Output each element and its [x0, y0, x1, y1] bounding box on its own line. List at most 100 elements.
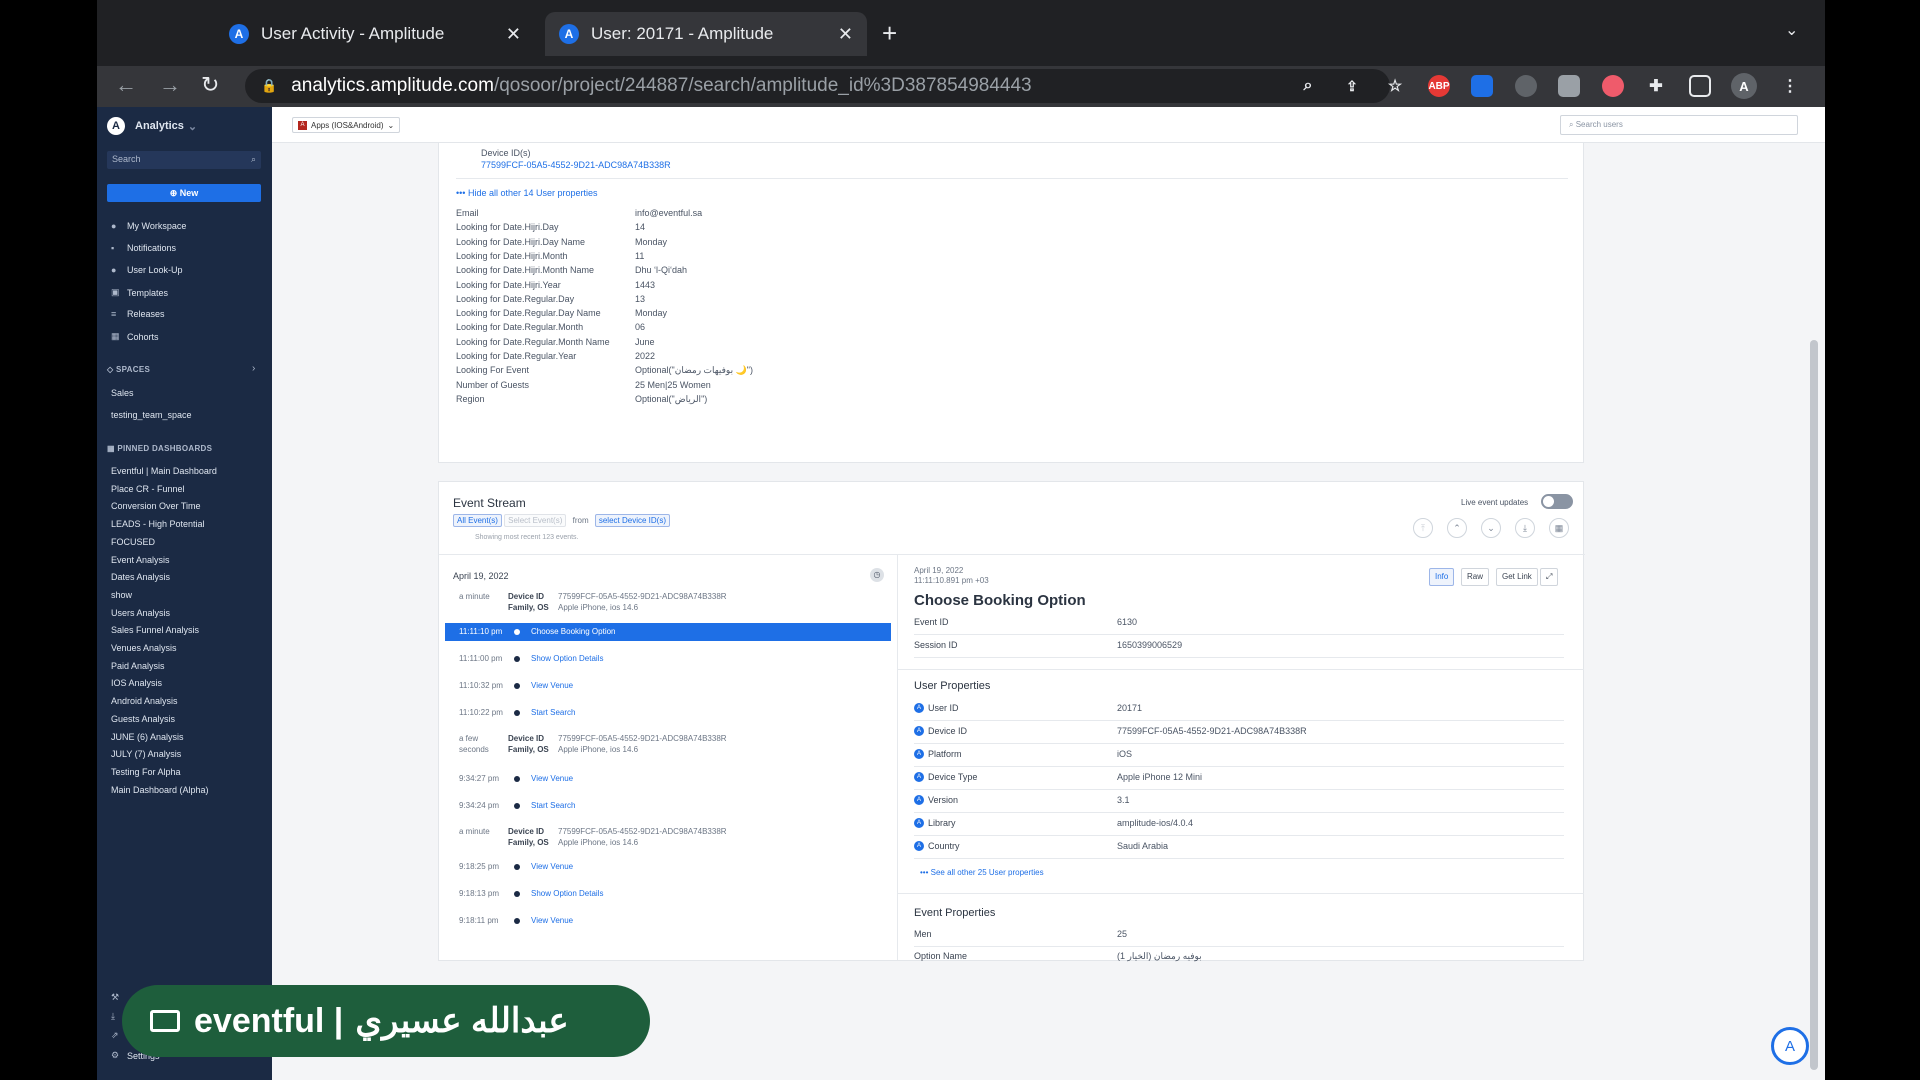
pinned-dashboard-item[interactable]: LEADS - High Potential: [111, 519, 205, 529]
close-icon[interactable]: ✕: [838, 24, 853, 45]
forward-icon[interactable]: →: [159, 72, 181, 98]
sidebar-item-notifications[interactable]: ▪ Notifications: [111, 243, 176, 253]
reload-icon[interactable]: ↻: [201, 72, 219, 98]
extension-icon[interactable]: [1471, 75, 1493, 97]
see-all-properties-link[interactable]: ••• See all other 25 User properties: [920, 868, 1044, 877]
pinned-dashboard-item[interactable]: FOCUSED: [111, 537, 155, 547]
pinned-dashboard-item[interactable]: Sales Funnel Analysis: [111, 625, 199, 635]
event-name: View Venue: [531, 774, 574, 783]
time-ago: a minute: [459, 827, 490, 836]
event-row[interactable]: 9:34:24 pm Start Search: [445, 797, 891, 815]
chevron-down-icon[interactable]: ⌄: [1785, 20, 1798, 40]
event-name: Start Search: [531, 801, 576, 810]
calendar-icon[interactable]: ▦: [1549, 518, 1569, 538]
zoom-icon[interactable]: ⌕: [1297, 75, 1319, 97]
extension-icon[interactable]: [1602, 75, 1624, 97]
tab-user-20171[interactable]: A User: 20171 - Amplitude ✕: [545, 12, 867, 56]
sidebar-item-my-workspace[interactable]: ● My Workspace: [111, 221, 186, 231]
pinned-dashboard-item[interactable]: Conversion Over Time: [111, 501, 201, 511]
sidebar-search[interactable]: Search ⌕: [107, 151, 261, 169]
pinned-dashboard-item[interactable]: Main Dashboard (Alpha): [111, 785, 209, 795]
pinned-dashboard-item[interactable]: JUNE (6) Analysis: [111, 732, 184, 742]
new-button[interactable]: ⊕ New: [107, 184, 261, 202]
sidebar-item-tools[interactable]: ⚒: [111, 992, 127, 1003]
event-row[interactable]: 9:18:11 pm View Venue: [445, 912, 891, 930]
back-icon[interactable]: ←: [115, 72, 137, 98]
raw-tab[interactable]: Raw: [1461, 568, 1490, 586]
space-testing-team[interactable]: testing_team_space: [111, 410, 192, 420]
family-label: Family, OS: [508, 603, 549, 612]
space-sales[interactable]: Sales: [111, 388, 134, 398]
select-device-filter[interactable]: select Device ID(s): [594, 514, 670, 527]
jump-bottom-icon[interactable]: ⤓: [1515, 518, 1535, 538]
device-labels: Device ID Family, OS: [508, 826, 549, 848]
timeline-dot-icon: [514, 891, 520, 897]
all-events-filter[interactable]: All Event(s): [453, 514, 502, 527]
spaces-section-title[interactable]: ◇ SPACES: [107, 365, 150, 374]
pinned-section-title: ▦ PINNED DASHBOARDS: [107, 444, 212, 453]
sidebar-item-templates[interactable]: ▣ Templates: [111, 287, 168, 298]
sidebar-item-user-lookup[interactable]: ● User Look-Up: [111, 265, 183, 275]
live-updates-toggle[interactable]: [1541, 494, 1573, 509]
jump-top-icon[interactable]: ⤒: [1413, 518, 1433, 538]
puzzle-icon[interactable]: ✚: [1645, 75, 1667, 97]
detail-user-property-row: A Device Type Apple iPhone 12 Mini: [914, 767, 1564, 790]
tab-user-activity[interactable]: A User Activity - Amplitude ✕: [215, 12, 535, 56]
clock-icon[interactable]: ◷: [870, 568, 884, 582]
menu-dots-icon[interactable]: ⋮: [1779, 75, 1801, 97]
download-icon: ⤓: [111, 1011, 115, 1021]
select-events-filter[interactable]: Select Event(s): [504, 514, 567, 527]
help-chat-button[interactable]: A: [1771, 1027, 1809, 1065]
get-link-button[interactable]: Get Link: [1496, 568, 1538, 586]
event-row[interactable]: 11:10:32 pm View Venue: [445, 677, 891, 695]
pinned-dashboard-item[interactable]: Users Analysis: [111, 608, 170, 618]
sidebar-item-releases[interactable]: ≡ Releases: [111, 309, 165, 319]
app-selector[interactable]: A Apps (IOS&Android) ⌄: [292, 117, 401, 133]
pinned-dashboard-item[interactable]: show: [111, 590, 132, 600]
profile-avatar[interactable]: A: [1731, 73, 1757, 99]
close-icon[interactable]: ✕: [506, 24, 521, 45]
device-id-link[interactable]: 77599FCF-05A5-4552-9D21-ADC98A74B338R: [481, 160, 671, 170]
sidebar-item-cohorts[interactable]: ▦ Cohorts: [111, 331, 159, 342]
sidebar-header[interactable]: A Analytics ⌄: [107, 117, 197, 135]
extension-icon[interactable]: [1515, 75, 1537, 97]
share-icon[interactable]: ⇪: [1341, 75, 1363, 97]
chevron-up-icon[interactable]: ⌃: [1447, 518, 1467, 538]
event-name: Start Search: [531, 708, 576, 717]
event-row[interactable]: 11:10:22 pm Start Search: [445, 704, 891, 722]
event-row[interactable]: 9:18:13 pm Show Option Details: [445, 885, 891, 903]
adblock-icon[interactable]: ABP: [1428, 75, 1450, 97]
event-row[interactable]: 11:11:10 pm Choose Booking Option: [445, 623, 891, 641]
new-tab-icon[interactable]: +: [882, 18, 897, 49]
expand-icon[interactable]: ⤢: [1540, 568, 1559, 586]
event-row[interactable]: 9:18:25 pm View Venue: [445, 858, 891, 876]
event-row[interactable]: 9:34:27 pm View Venue: [445, 770, 891, 788]
sidebar-item-label: Cohorts: [127, 331, 159, 342]
pinned-dashboard-item[interactable]: Venues Analysis: [111, 643, 177, 653]
event-title: Choose Booking Option: [914, 592, 1086, 609]
pinned-dashboard-item[interactable]: Place CR - Funnel: [111, 484, 185, 494]
chevron-right-icon[interactable]: ›: [252, 363, 255, 374]
pinned-dashboard-item[interactable]: Dates Analysis: [111, 572, 170, 582]
address-bar[interactable]: 🔒 analytics.amplitude.com/qosoor/project…: [245, 69, 1390, 103]
info-tab[interactable]: Info: [1429, 568, 1455, 586]
pinned-dashboard-item[interactable]: Eventful | Main Dashboard: [111, 466, 217, 476]
extension-icon[interactable]: [1558, 75, 1580, 97]
bookmark-star-icon[interactable]: ☆: [1384, 75, 1406, 97]
event-row[interactable]: 11:11:00 pm Show Option Details: [445, 650, 891, 668]
pinned-dashboard-item[interactable]: Paid Analysis: [111, 661, 165, 671]
pinned-dashboard-item[interactable]: Testing For Alpha: [111, 767, 181, 777]
pinned-dashboard-item[interactable]: Event Analysis: [111, 555, 170, 565]
pinned-dashboard-item[interactable]: Guests Analysis: [111, 714, 175, 724]
chevron-down-icon[interactable]: ⌄: [1481, 518, 1501, 538]
row-label: Session ID: [914, 640, 958, 650]
sidepanel-icon[interactable]: [1689, 75, 1711, 97]
search-users-input[interactable]: ⌕ Search users: [1560, 115, 1798, 135]
page-scrollbar[interactable]: [1810, 340, 1818, 1070]
bell-icon: ▪: [111, 243, 115, 253]
hide-properties-link[interactable]: ••• Hide all other 14 User properties: [456, 188, 598, 198]
property-key: Looking For Event: [456, 365, 530, 376]
pinned-dashboard-item[interactable]: Android Analysis: [111, 696, 178, 706]
pinned-dashboard-item[interactable]: IOS Analysis: [111, 678, 162, 688]
pinned-dashboard-item[interactable]: JULY (7) Analysis: [111, 749, 181, 759]
